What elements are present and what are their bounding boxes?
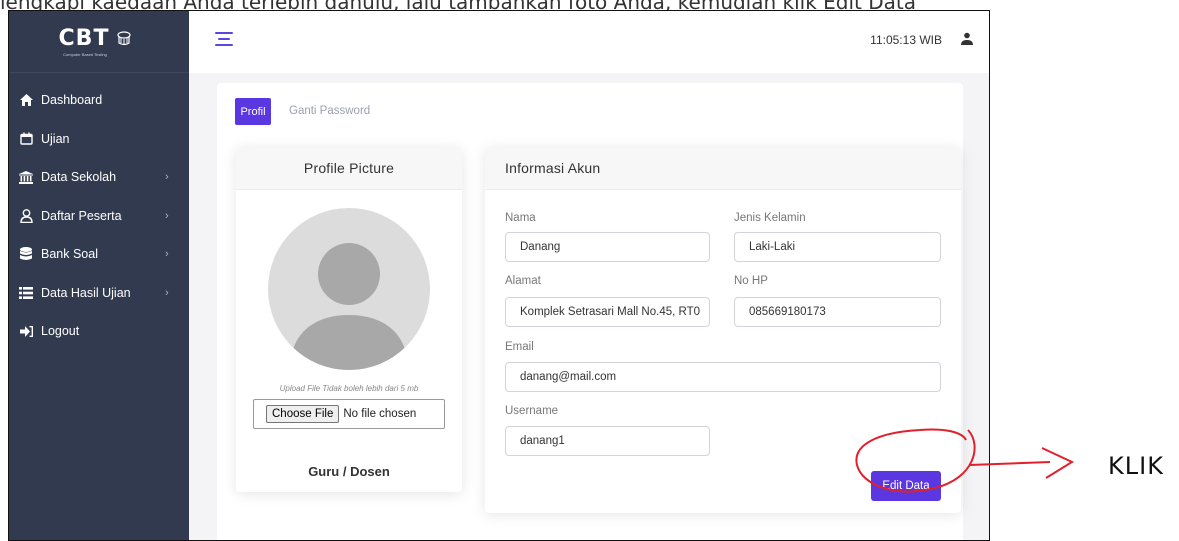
sidebar-item-label: Logout — [41, 324, 80, 339]
main-content: Profil Ganti Password Profile Picture Up… — [189, 73, 989, 540]
user-icon[interactable] — [961, 32, 973, 46]
chevron-right-icon: › — [165, 209, 169, 222]
file-status-text: No file chosen — [343, 408, 417, 420]
browser-frame: CBT Computer Based Testing Dashboard Uji… — [8, 10, 990, 541]
sidebar-nav: Dashboard Ujian Data Sekolah › Daftar Pe… — [9, 73, 189, 351]
database-icon — [19, 247, 33, 261]
card-title: Informasi Akun — [485, 147, 961, 190]
school-icon — [19, 170, 33, 184]
edit-data-button[interactable]: Edit Data — [871, 471, 941, 501]
account-info-card: Informasi Akun Nama Danang Jenis Kelamin… — [485, 147, 961, 513]
chevron-right-icon: › — [165, 171, 169, 184]
avatar-placeholder-icon — [290, 243, 408, 370]
klik-annotation-text: KLIK — [1108, 452, 1164, 480]
menu-toggle-icon[interactable] — [215, 31, 233, 47]
graduation-cap-icon — [117, 30, 132, 45]
tab-ganti-password[interactable]: Ganti Password — [289, 105, 370, 117]
role-text: Guru / Dosen — [308, 464, 390, 479]
clock-text: 11:05:13 WIB — [870, 33, 942, 47]
email-label: Email — [505, 341, 534, 353]
sidebar-item-label: Daftar Peserta — [41, 208, 122, 223]
logout-icon — [19, 324, 33, 338]
nama-field[interactable]: Danang — [505, 232, 710, 262]
sidebar-item-label: Bank Soal — [41, 247, 98, 262]
username-field[interactable]: danang1 — [505, 426, 710, 456]
file-input[interactable]: Choose File No file chosen — [253, 399, 445, 429]
chevron-right-icon: › — [165, 248, 169, 261]
card-title: Profile Picture — [236, 147, 462, 190]
calendar-icon — [19, 132, 33, 146]
home-icon — [19, 93, 33, 107]
alamat-label: Alamat — [505, 275, 541, 287]
alamat-field[interactable]: Komplek Setrasari Mall No.45, RT0 — [505, 297, 710, 327]
sidebar-item-logout[interactable]: Logout — [9, 312, 189, 351]
sidebar-item-label: Ujian — [41, 131, 70, 146]
sidebar-item-daftar-peserta[interactable]: Daftar Peserta › — [9, 197, 189, 236]
logo[interactable]: CBT Computer Based Testing — [9, 11, 189, 73]
user-outline-icon — [19, 208, 33, 223]
email-field[interactable]: danang@mail.com — [505, 362, 941, 392]
sidebar-item-data-hasil-ujian[interactable]: Data Hasil Ujian › — [9, 274, 189, 313]
nama-label: Nama — [505, 212, 536, 224]
choose-file-button[interactable]: Choose File — [266, 405, 340, 423]
profile-panel: Profil Ganti Password Profile Picture Up… — [217, 83, 963, 540]
logo-text: CBT — [58, 26, 110, 51]
tab-profil[interactable]: Profil — [235, 98, 271, 125]
sidebar-item-label: Data Sekolah — [41, 170, 117, 185]
logo-subtitle: Computer Based Testing — [63, 52, 107, 57]
sidebar-item-bank-soal[interactable]: Bank Soal › — [9, 235, 189, 274]
chevron-right-icon: › — [165, 286, 169, 299]
top-header: 11:05:13 WIB — [189, 11, 989, 73]
upload-note: Upload File Tidak boleh lebih dari 5 mb — [279, 384, 419, 393]
arrow-head-icon — [1041, 447, 1075, 479]
sidebar: CBT Computer Based Testing Dashboard Uji… — [9, 11, 189, 540]
sidebar-item-label: Data Hasil Ujian — [41, 285, 131, 300]
sidebar-item-data-sekolah[interactable]: Data Sekolah › — [9, 158, 189, 197]
jenis-kelamin-field[interactable]: Laki-Laki — [734, 232, 941, 262]
sidebar-item-dashboard[interactable]: Dashboard — [9, 81, 189, 120]
list-icon — [19, 286, 33, 300]
jenis-kelamin-label: Jenis Kelamin — [734, 212, 806, 224]
no-hp-label: No HP — [734, 275, 768, 287]
sidebar-item-label: Dashboard — [41, 93, 103, 108]
no-hp-field[interactable]: 085669180173 — [734, 297, 941, 327]
avatar — [268, 208, 430, 370]
profile-picture-card: Profile Picture Upload File Tidak boleh … — [236, 147, 462, 492]
username-label: Username — [505, 405, 559, 417]
sidebar-item-ujian[interactable]: Ujian — [9, 120, 189, 159]
